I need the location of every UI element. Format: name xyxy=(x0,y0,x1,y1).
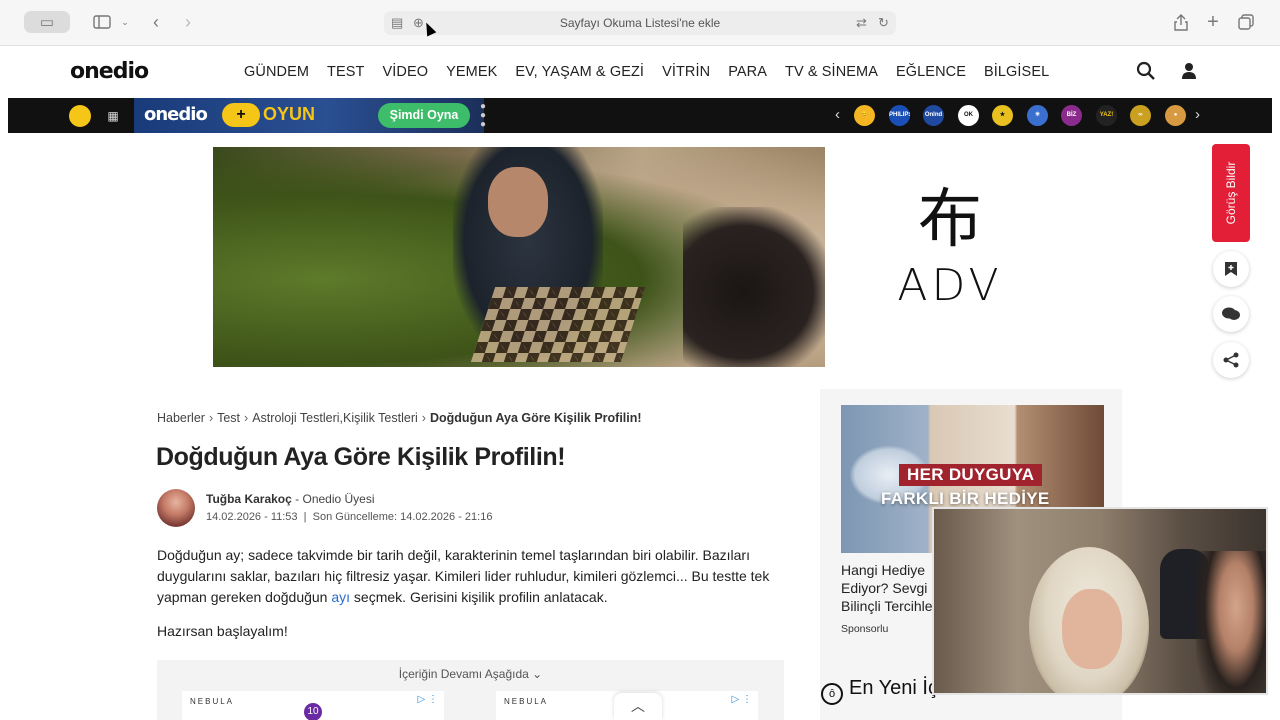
chevron-down-icon: ⌄ xyxy=(532,667,543,681)
game-item[interactable]: PHILIPS xyxy=(889,105,910,126)
bookmark-add-icon[interactable] xyxy=(1213,251,1249,287)
game-logo: onedio xyxy=(144,104,208,125)
main-nav: GÜNDEM TEST VİDEO YEMEK EV, YAŞAM & GEZİ… xyxy=(244,64,1067,80)
games-next-icon[interactable]: › xyxy=(1195,106,1200,123)
site-header: onedio GÜNDEM TEST VİDEO YEMEK EV, YAŞAM… xyxy=(8,47,1272,98)
feedback-label: Görüş Bildir xyxy=(1224,161,1238,225)
breadcrumb-item[interactable]: Astroloji Testleri,Kişilik Testleri xyxy=(252,411,418,425)
date-separator: | xyxy=(300,511,310,523)
article-title: Doğduğun Aya Göre Kişilik Profilin! xyxy=(156,443,566,471)
nebula-brand: NEBULA xyxy=(190,697,235,706)
tabs-icon[interactable] xyxy=(1237,11,1255,33)
nav-item-tv-sinema[interactable]: TV & SİNEMA xyxy=(785,64,878,80)
share-icon[interactable] xyxy=(1172,11,1190,33)
ad-choices-icon[interactable]: ▷ ⋮ xyxy=(732,694,752,705)
breadcrumb-current: Doğduğun Aya Göre Kişilik Profilin! xyxy=(429,411,642,425)
nebula-badge: 10 xyxy=(304,703,322,720)
person-face-shape xyxy=(1062,589,1122,669)
reload-icon[interactable]: ↻ xyxy=(878,15,889,31)
game-item[interactable]: ✳ xyxy=(1027,105,1048,126)
share-icon[interactable] xyxy=(1213,342,1249,378)
game-item[interactable]: ∞ xyxy=(1130,105,1151,126)
breadcrumb: Haberler › Test › Astroloji Testleri,Kişilik… xyxy=(157,411,642,425)
game-item[interactable]: Onlnd xyxy=(923,105,944,126)
page: ▭ ⌄ ‹ › ▤ ⊕ Sayfayı Okuma Listesi'ne ekl… xyxy=(0,0,1280,720)
games-prev-icon[interactable]: ‹ xyxy=(835,106,840,123)
nav-item-ev-yasam-gezi[interactable]: EV, YAŞAM & GEZİ xyxy=(515,64,644,80)
play-now-button[interactable]: Şimdi Oyna xyxy=(378,103,470,128)
translate-icon[interactable]: ⇄ xyxy=(856,15,867,31)
nav-item-vitrin[interactable]: VİTRİN xyxy=(662,64,710,80)
scroll-up-icon[interactable]: ︿ xyxy=(614,693,662,720)
publish-date: 14.02.2026 - 11:53 xyxy=(206,511,298,523)
browser-toolbar: ▭ ⌄ ‹ › ▤ ⊕ Sayfayı Okuma Listesi'ne ekl… xyxy=(0,0,1280,46)
ready-text: Hazırsan başlayalım! xyxy=(157,623,288,639)
forward-icon[interactable]: › xyxy=(180,11,196,33)
breadcrumb-item[interactable]: Test xyxy=(217,411,240,425)
sponsored-label: Sponsorlu xyxy=(841,623,889,635)
user-icon[interactable] xyxy=(1179,61,1201,83)
author-role: - Onedio Üyesi xyxy=(295,492,375,506)
nebula-brand: NEBULA xyxy=(504,697,549,706)
comments-icon[interactable] xyxy=(1213,296,1249,332)
new-tab-icon[interactable]: + xyxy=(1204,11,1222,33)
gamepad-icon[interactable] xyxy=(69,105,91,127)
adv-brand: ADV xyxy=(897,260,1003,311)
updated-date: Son Güncelleme: 14.02.2026 - 21:16 xyxy=(312,511,493,523)
avatar[interactable] xyxy=(157,489,195,527)
game-item[interactable]: OK xyxy=(958,105,979,126)
month-link[interactable]: ayı xyxy=(331,589,350,605)
breadcrumb-separator: › xyxy=(421,411,426,425)
nav-item-eglence[interactable]: EĞLENCE xyxy=(896,64,966,80)
ad-head-shape xyxy=(488,167,548,237)
author-line: Tuğba Karakoç - Onedio Üyesi xyxy=(206,492,375,506)
nav-item-bilgisel[interactable]: BİLGİSEL xyxy=(984,64,1049,80)
nebula-ad[interactable]: NEBULA 10 ▷ ⋮ xyxy=(182,691,444,720)
grid-icon[interactable]: ▦ xyxy=(102,105,124,127)
sponsored-title[interactable]: Hangi Hediye Ediyor? Sevgi Bilinçli Terc… xyxy=(841,561,941,617)
banner-line-1: HER DUYGUYA xyxy=(899,464,1043,486)
nav-item-gundem[interactable]: GÜNDEM xyxy=(244,64,309,80)
search-icon[interactable] xyxy=(1136,61,1158,83)
breadcrumb-item[interactable]: Haberler xyxy=(157,411,205,425)
gamepad-logo-icon: + xyxy=(222,103,260,127)
game-item[interactable]: ★ xyxy=(992,105,1013,126)
webcam-overlay xyxy=(932,507,1268,695)
article-dates: 14.02.2026 - 11:53 | Son Güncelleme: 14.… xyxy=(206,511,492,523)
person-shape xyxy=(1196,551,1266,693)
adv-logo[interactable]: 布 ADV xyxy=(880,180,1020,311)
back-icon[interactable]: ‹ xyxy=(148,11,164,33)
nav-item-test[interactable]: TEST xyxy=(327,64,364,80)
banner-line-2: FARKLI BİR HEDİYE xyxy=(881,489,1050,508)
ad-person-shape xyxy=(683,207,825,367)
breadcrumb-separator: › xyxy=(244,411,249,425)
chevron-down-icon[interactable]: ⌄ xyxy=(120,11,130,33)
nav-item-yemek[interactable]: YEMEK xyxy=(446,64,497,80)
sidebar-icon[interactable] xyxy=(92,11,112,33)
onedio-icon: ȏ xyxy=(821,683,843,705)
site-logo[interactable]: onedio xyxy=(70,59,149,84)
feedback-button[interactable]: Görüş Bildir xyxy=(1212,144,1250,242)
adv-glyph: 布 xyxy=(918,183,982,257)
game-item[interactable]: ● xyxy=(1165,105,1186,126)
address-text: Sayfayı Okuma Listesi'ne ekle xyxy=(559,16,721,30)
profile-icon[interactable]: ▭ xyxy=(24,11,70,33)
chessboard-shape xyxy=(470,287,646,362)
address-bar[interactable]: ▤ ⊕ Sayfayı Okuma Listesi'ne ekle ⇄ ↻ xyxy=(384,11,896,35)
ad-banner-image[interactable] xyxy=(213,147,825,367)
more-icon[interactable]: ● ● ● xyxy=(480,102,486,130)
game-oyun-label: OYUN xyxy=(263,104,316,124)
nav-item-video[interactable]: VİDEO xyxy=(383,64,429,80)
intro-text: seçmek. Gerisini kişilik profilin anlata… xyxy=(350,589,608,605)
author-name[interactable]: Tuğba Karakoç xyxy=(206,492,292,506)
game-item[interactable]: YAZ! xyxy=(1096,105,1117,126)
game-bar: ▦ onedio + OYUN Şimdi Oyna ● ● ● ‹ 😊 PHILI… xyxy=(8,98,1272,133)
game-item[interactable]: BİZ POP xyxy=(1061,105,1082,126)
article-intro: Doğduğun ay; sadece takvimde bir tarih d… xyxy=(157,545,797,608)
breadcrumb-separator: › xyxy=(208,411,214,425)
nav-item-para[interactable]: PARA xyxy=(728,64,767,80)
content-continues-label[interactable]: İçeriğin Devamı Aşağıda ⌄ xyxy=(157,667,784,681)
ad-choices-icon[interactable]: ▷ ⋮ xyxy=(418,694,438,705)
game-item[interactable]: 😊 xyxy=(854,105,875,126)
